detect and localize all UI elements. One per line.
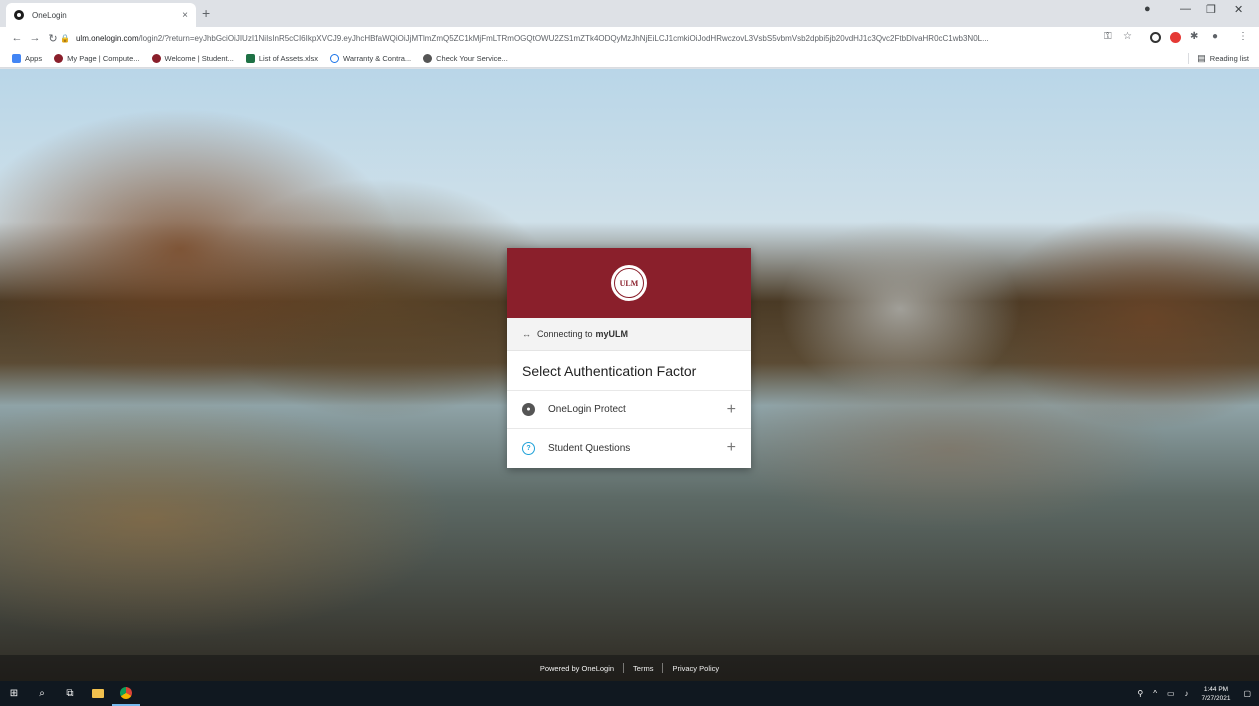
windows-taskbar: ⊞ ⌕ ⧉ ⚲ ^ ▭ ♪ 1:44 PM 7/27/2021 ▢ [0,681,1259,706]
task-view-icon[interactable]: ⧉ [56,681,84,706]
factor-onelogin-protect[interactable]: ● OneLogin Protect + [507,391,751,429]
minimize-icon[interactable]: — [1180,3,1191,15]
system-tray: ⚲ ^ ▭ ♪ 1:44 PM 7/27/2021 ▢ [1132,681,1259,706]
footer-divider [623,663,625,673]
expand-plus-icon[interactable]: + [727,401,736,419]
reading-list-label: Reading list [1209,54,1249,63]
card-title: Select Authentication Factor [507,351,751,391]
window-close-icon[interactable]: ✕ [1234,3,1243,16]
apps-grid-icon [12,53,21,63]
connecting-prefix: Connecting to [537,329,593,339]
network-icon[interactable]: ▭ [1167,689,1175,698]
forward-icon[interactable]: → [26,32,44,44]
lock-icon: 🔒 [60,33,70,43]
reading-list-button[interactable]: ▤ Reading list [1188,53,1249,64]
adblock-extension-icon[interactable] [1170,32,1181,43]
back-icon[interactable]: ← [8,32,26,44]
login-page-background: ULM ↔ Connecting to myULM Select Authent… [0,69,1259,681]
extensions-puzzle-icon[interactable]: ✱ [1190,31,1198,42]
taskbar-clock[interactable]: 1:44 PM 7/27/2021 [1202,685,1231,703]
factor-label: OneLogin Protect [548,404,626,415]
bookmark-my-page[interactable]: My Page | Compute... [54,53,140,63]
connect-arrows-icon: ↔ [522,329,531,339]
card-header: ULM [507,248,751,318]
extension-icon[interactable] [1150,32,1161,43]
terms-link[interactable]: Terms [633,664,653,673]
bookmark-list-of-assets[interactable]: List of Assets.xlsx [245,53,319,63]
tab-title: OneLogin [32,10,67,20]
footer-divider [662,663,664,673]
connecting-bar: ↔ Connecting to myULM [507,318,751,351]
privacy-policy-link[interactable]: Privacy Policy [672,664,719,673]
excel-icon [245,53,255,63]
account-icon[interactable]: ● [1212,31,1218,42]
apple-icon [423,53,433,63]
onelogin-favicon-icon [14,10,24,20]
page-footer: Powered by OneLogin Terms Privacy Policy [0,655,1259,681]
clock-date: 7/27/2021 [1201,694,1231,702]
bookmark-label: Welcome | Student... [164,53,234,63]
bookmark-label: List of Assets.xlsx [258,53,319,63]
url-host: ulm.onelogin.com [75,33,139,43]
new-tab-button[interactable]: + [202,5,210,21]
bookmark-star-icon[interactable]: ☆ [1123,31,1132,42]
tab-close-icon[interactable]: × [182,10,188,21]
bookmark-warranty[interactable]: Warranty & Contra... [330,53,412,63]
search-icon[interactable]: ⌕ [28,681,56,706]
ulm-bookmark-icon [54,53,64,63]
bookmark-label: Warranty & Contra... [343,53,412,63]
bookmark-label: Check Your Service... [436,53,508,63]
onelogin-protect-icon: ● [522,403,535,416]
browser-toolbar: ← → ↻ 🔒 ulm.onelogin.com /login2/?return… [0,27,1259,49]
bookmarks-bar: Apps My Page | Compute... Welcome | Stud… [0,49,1259,68]
ulm-logo: ULM [611,265,647,301]
bookmark-label: My Page | Compute... [67,53,140,63]
login-card: ULM ↔ Connecting to myULM Select Authent… [507,248,751,468]
people-icon[interactable]: ⚲ [1137,689,1143,698]
restore-icon[interactable]: ❐ [1206,3,1216,16]
address-bar[interactable]: 🔒 ulm.onelogin.com /login2/?return=eyJhb… [60,29,1100,47]
expand-plus-icon[interactable]: + [727,439,736,457]
browser-tab-onelogin[interactable]: OneLogin × [6,3,196,27]
file-explorer-icon[interactable] [84,681,112,706]
volume-icon[interactable]: ♪ [1185,689,1189,698]
tray-chevron-up-icon[interactable]: ^ [1153,689,1157,698]
globe-icon [330,53,340,63]
clock-time: 1:44 PM [1203,685,1229,693]
windows-start-icon[interactable]: ⊞ [0,681,28,706]
browser-tab-strip: OneLogin × + ● — ❐ ✕ [0,0,1259,27]
factor-label: Student Questions [548,442,631,454]
connecting-app-name: myULM [595,329,629,339]
bookmark-apps[interactable]: Apps [12,53,43,63]
reading-list-icon: ▤ [1197,53,1206,63]
menu-kebab-icon[interactable]: ⋮ [1238,31,1248,42]
question-icon: ? [522,441,535,455]
powered-by-link[interactable]: Powered by OneLogin [540,664,614,673]
ulm-logo-text: ULM [614,268,644,298]
url-path: /login2/?return=eyJhbGciOiJIUzI1NiIsInR5… [138,33,989,43]
notifications-icon[interactable]: ▢ [1243,689,1251,698]
bookmark-check-service[interactable]: Check Your Service... [423,53,508,63]
profile-icon[interactable]: ● [1144,3,1151,15]
bookmark-label: Apps [25,53,43,63]
chrome-taskbar-icon[interactable] [112,681,140,706]
bookmark-welcome-student[interactable]: Welcome | Student... [151,53,234,63]
ulm-bookmark-icon [151,53,161,63]
factor-student-questions[interactable]: ? Student Questions + [507,429,751,467]
password-key-icon[interactable]: ⚿ [1104,31,1112,42]
